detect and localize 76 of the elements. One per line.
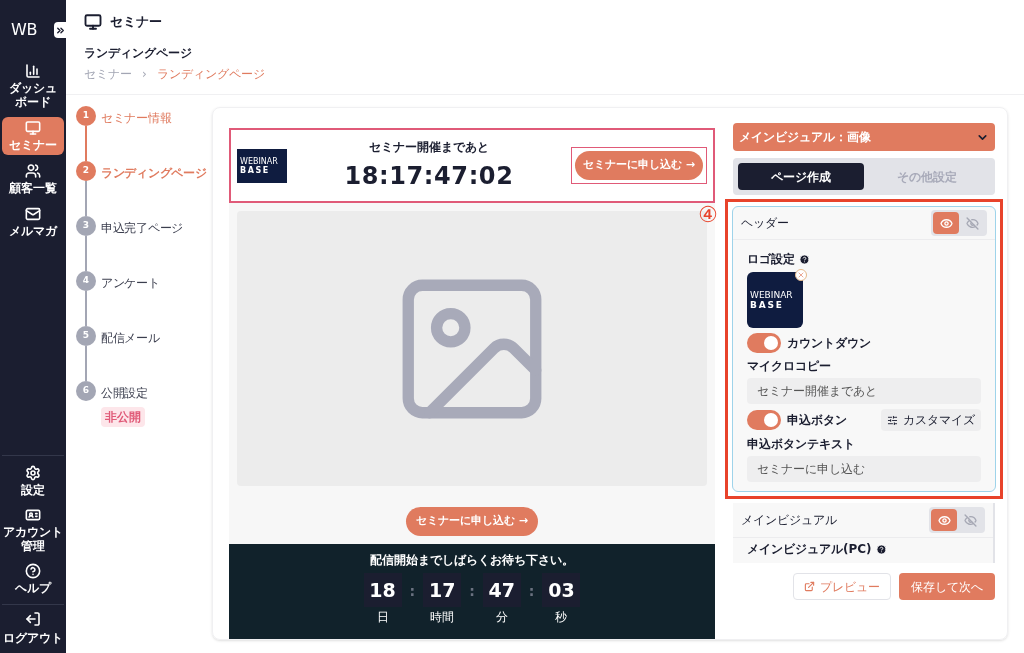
nav-item[interactable]: アカウント 管理 [4, 504, 62, 556]
step-number: 2 [76, 161, 96, 181]
logout-icon [25, 611, 41, 627]
settings-icon [25, 465, 41, 481]
tab[interactable]: ページ作成 [738, 163, 864, 190]
breadcrumb-item: ランディングページ [156, 65, 265, 83]
customize-button[interactable]: カスタマイズ [881, 409, 981, 431]
field-label: 申込ボタンテキスト [747, 436, 856, 453]
expand-button[interactable] [54, 22, 66, 38]
toggle-label: カウントダウン [787, 335, 871, 352]
step-label[interactable]: アンケート [101, 274, 160, 292]
logout-button[interactable]: ログアウト [3, 611, 63, 647]
field-label: ロゴ設定 [747, 251, 795, 268]
nav-item[interactable]: ダッシュ ボード [2, 60, 64, 112]
page-subtitle: ランディングページ [84, 44, 193, 62]
countdown-unit: 秒 [555, 609, 568, 626]
page-title: セミナー [110, 13, 162, 31]
toggle-label: 申込ボタン [787, 412, 847, 429]
colon-separator: : [528, 582, 535, 601]
step-label[interactable]: 配信メール [101, 329, 160, 347]
step-number: 1 [76, 106, 96, 126]
colon-separator: : [469, 582, 475, 601]
eye-off-icon [963, 513, 977, 527]
mail-icon [25, 206, 41, 222]
close-icon [797, 271, 805, 279]
help-icon [25, 563, 41, 579]
external-link-icon [804, 581, 815, 592]
nav-item[interactable]: メルマガ [2, 203, 64, 241]
id-card-icon [25, 507, 41, 523]
eye-icon [939, 216, 953, 230]
countdown-digit: 03 [542, 573, 581, 607]
webinar-logo: WEBINAR BASE [237, 148, 287, 183]
countdown-digit: 17 [423, 573, 462, 607]
countdown-unit: 分 [495, 609, 508, 626]
monitor-icon [25, 120, 41, 136]
remove-logo-button[interactable] [795, 269, 807, 281]
help-icon[interactable] [799, 253, 810, 265]
step-label[interactable]: 公開設定 [101, 384, 148, 402]
section-title: ヘッダー [741, 215, 789, 232]
step-number: 6 [76, 381, 96, 401]
monitor-icon [84, 12, 102, 31]
banner-message: 配信開始までしばらくお待ち下さい。 [370, 552, 574, 569]
app-logo: WB [11, 19, 37, 41]
nav-item[interactable]: ヘルプ [4, 560, 62, 598]
colon-separator: : [409, 582, 416, 601]
status-badge: 非公開 [101, 407, 145, 427]
countdown-timer: 18:17:47:02 [344, 160, 514, 192]
step-marker: ④ [698, 204, 718, 226]
show-button[interactable] [933, 212, 959, 234]
nav-item[interactable]: 設定 [4, 462, 62, 500]
countdown-unit: 日 [376, 609, 389, 626]
chart-icon [25, 63, 41, 79]
countdown-digit: 47 [482, 573, 521, 607]
step-label[interactable]: 申込完了ページ [101, 219, 183, 237]
webinar-logo: WEBINAR BASE [747, 272, 803, 328]
countdown-unit: 時間 [430, 609, 455, 626]
step-number: 5 [76, 326, 96, 346]
nav-item[interactable]: 顧客一覧 [2, 160, 64, 198]
countdown-digit: 18 [363, 573, 402, 607]
step-number: 4 [76, 271, 96, 291]
toggle-switch[interactable] [747, 333, 781, 353]
step-number: 3 [76, 216, 96, 236]
field-label: マイクロコピー [747, 358, 832, 375]
micro-copy-field[interactable]: セミナー開催まであと [747, 378, 981, 404]
breadcrumb-separator: › [142, 65, 147, 83]
people-icon [25, 163, 41, 179]
help-icon[interactable] [875, 544, 887, 555]
show-button[interactable] [931, 509, 957, 531]
field-label: メインビジュアル(PC) [747, 542, 872, 557]
section-title: メインビジュアル [741, 512, 837, 529]
eye-icon [937, 513, 951, 527]
sliders-icon [887, 414, 898, 426]
toggle-switch[interactable] [747, 410, 781, 430]
eye-off-icon [965, 216, 979, 230]
countdown-caption: セミナー開催まであと [368, 138, 489, 156]
button-text-field[interactable]: セミナーに申し込む [747, 456, 981, 482]
